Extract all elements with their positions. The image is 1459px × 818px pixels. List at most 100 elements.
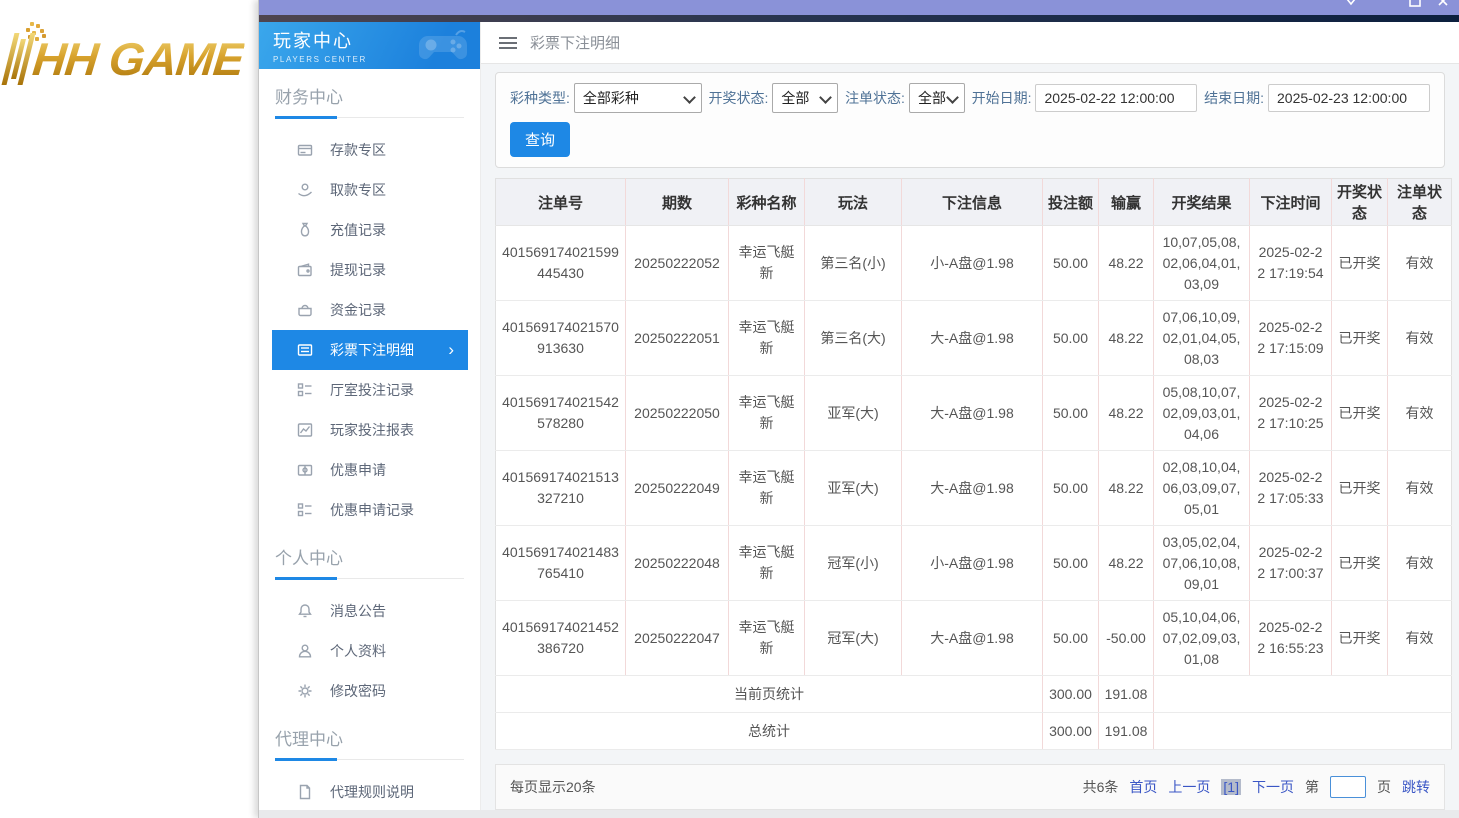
table-cell: 幸运飞艇新 bbox=[728, 300, 805, 376]
column-header: 彩种名称 bbox=[728, 178, 805, 226]
table-cell: 冠军(大) bbox=[804, 600, 902, 676]
table-cell: 10,07,05,08,02,06,04,01,03,09 bbox=[1153, 225, 1250, 301]
page-jump-input[interactable] bbox=[1330, 776, 1366, 798]
current-page-indicator: [1] bbox=[1221, 779, 1241, 795]
ticket-list-icon bbox=[297, 342, 313, 358]
bet-details-table: 注单号 期数 彩种名称 玩法 下注信息 投注额 输赢 开奖结果 下注时间 开奖状态 注单状态 401… bbox=[495, 178, 1452, 750]
maximize-icon[interactable] bbox=[1407, 0, 1423, 9]
summary-empty bbox=[1153, 712, 1452, 750]
sidebar-item-player-bet-report[interactable]: 玩家投注报表 bbox=[259, 410, 480, 450]
column-header: 投注额 bbox=[1042, 178, 1099, 226]
draw-status-select[interactable]: 全部 bbox=[772, 83, 839, 113]
order-status-select[interactable]: 全部 bbox=[908, 83, 965, 113]
first-page-link[interactable]: 首页 bbox=[1129, 777, 1157, 797]
sidebar-item-funds-records[interactable]: 资金记录 bbox=[259, 290, 480, 330]
table-cell: -50.00 bbox=[1098, 600, 1154, 676]
table-row: 401569174021570913630 20250222051 幸运飞艇新 第三名… bbox=[495, 300, 1452, 376]
pagination-bar: 每页显示20条 共6条 首页 上一页 [1] 下一页 第 页 跳转 bbox=[495, 764, 1445, 810]
deposit-card-icon bbox=[297, 142, 313, 158]
table-cell: 07,06,10,09,02,01,04,05,08,03 bbox=[1153, 300, 1250, 376]
sidebar-item-withdrawal-records[interactable]: 提现记录 bbox=[259, 250, 480, 290]
sidebar-item-profile[interactable]: 个人资料 bbox=[259, 631, 480, 671]
table-cell: 2025-02-22 17:05:33 bbox=[1249, 450, 1332, 526]
table-cell: 50.00 bbox=[1042, 600, 1099, 676]
prev-page-link[interactable]: 上一页 bbox=[1168, 777, 1210, 797]
next-page-link[interactable]: 下一页 bbox=[1252, 777, 1294, 797]
sidebar-item-label: 消息公告 bbox=[330, 603, 386, 619]
summary-bet-total: 300.00 bbox=[1042, 712, 1099, 750]
end-date-label: 结束日期: bbox=[1204, 90, 1265, 106]
sidebar-item-label: 提现记录 bbox=[330, 262, 386, 278]
sidebar-item-promo-apply[interactable]: 优惠申请 bbox=[259, 450, 480, 490]
lottery-type-select[interactable]: 全部彩种 bbox=[573, 83, 702, 113]
table-cell: 20250222047 bbox=[625, 600, 729, 676]
screen: HH GAME 玩家中心 PLAYERS CENTER 财务中心 存款专区 取款… bbox=[0, 0, 1459, 818]
sidebar-item-change-password[interactable]: 修改密码 bbox=[259, 671, 480, 711]
jump-prefix-label: 第 bbox=[1305, 779, 1319, 795]
section-underline bbox=[275, 577, 464, 580]
hall-list-icon bbox=[297, 502, 313, 518]
window-titlebar bbox=[259, 0, 1459, 15]
sidebar-item-lottery-bet-details[interactable]: 彩票下注明细 › bbox=[272, 330, 468, 370]
column-header: 下注时间 bbox=[1249, 178, 1332, 226]
summary-label: 总统计 bbox=[495, 712, 1043, 750]
table-cell: 50.00 bbox=[1042, 525, 1099, 601]
window-bottom-edge bbox=[259, 810, 1459, 818]
column-header: 下注信息 bbox=[901, 178, 1043, 226]
main-content: 彩票下注明细 彩种类型: 全部彩种 开奖状态: 全部 注单状态: 全部 开始日期… bbox=[481, 22, 1459, 818]
end-date-input[interactable] bbox=[1268, 84, 1431, 112]
table-cell: 20250222051 bbox=[625, 300, 729, 376]
jump-button[interactable]: 跳转 bbox=[1402, 777, 1430, 797]
sidebar-item-hall-bet-records[interactable]: 厅室投注记录 bbox=[259, 370, 480, 410]
summary-win-total: 191.08 bbox=[1098, 675, 1154, 713]
table-cell: 幸运飞艇新 bbox=[728, 375, 805, 451]
sidebar-item-announcements[interactable]: 消息公告 bbox=[259, 591, 480, 631]
table-cell: 401569174021570913630 bbox=[495, 300, 626, 376]
brand-logo-text: HH GAME bbox=[30, 33, 246, 85]
table-cell: 已开奖 bbox=[1331, 300, 1388, 376]
report-chart-icon bbox=[297, 422, 313, 438]
sidebar-item-label: 玩家投注报表 bbox=[330, 422, 414, 438]
summary-win-total: 191.08 bbox=[1098, 712, 1154, 750]
order-status-label: 注单状态: bbox=[845, 90, 905, 106]
table-cell: 05,10,04,06,07,02,09,03,01,08 bbox=[1153, 600, 1250, 676]
sidebar-item-recharge-records[interactable]: 充值记录 bbox=[259, 210, 480, 250]
sidebar-item-withdraw-zone[interactable]: 取款专区 bbox=[259, 170, 480, 210]
table-cell: 亚军(大) bbox=[804, 450, 902, 526]
table-cell: 亚军(大) bbox=[804, 375, 902, 451]
chevron-right-icon: › bbox=[448, 340, 454, 359]
summary-bet-total: 300.00 bbox=[1042, 675, 1099, 713]
start-date-label: 开始日期: bbox=[971, 90, 1032, 106]
menu-icon[interactable] bbox=[499, 34, 517, 52]
sidebar-item-label: 优惠申请 bbox=[330, 462, 386, 478]
column-header: 开奖状态 bbox=[1331, 178, 1388, 226]
table-row: 401569174021599445430 20250222052 幸运飞艇新 第三名… bbox=[495, 225, 1452, 301]
sidebar: 玩家中心 PLAYERS CENTER 财务中心 存款专区 取款专区 充值记录 … bbox=[259, 22, 481, 818]
start-date-input[interactable] bbox=[1035, 84, 1198, 112]
table-cell: 已开奖 bbox=[1331, 450, 1388, 526]
table-cell: 2025-02-22 17:10:25 bbox=[1249, 375, 1332, 451]
sidebar-item-agent-rules[interactable]: 代理规则说明 bbox=[259, 772, 480, 812]
table-cell: 50.00 bbox=[1042, 300, 1099, 376]
table-cell: 20250222048 bbox=[625, 525, 729, 601]
table-cell: 20250222052 bbox=[625, 225, 729, 301]
sidebar-section-title: 代理中心 bbox=[275, 730, 343, 749]
column-header: 输赢 bbox=[1098, 178, 1154, 226]
section-underline bbox=[275, 116, 464, 119]
column-header: 开奖结果 bbox=[1153, 178, 1250, 226]
chevron-down-icon[interactable] bbox=[1343, 0, 1359, 9]
sidebar-subtitle: PLAYERS CENTER bbox=[273, 55, 367, 64]
query-button[interactable]: 查询 bbox=[510, 122, 571, 157]
sidebar-item-deposit-zone[interactable]: 存款专区 bbox=[259, 130, 480, 170]
table-cell: 48.22 bbox=[1098, 525, 1154, 601]
gear-icon bbox=[297, 683, 313, 699]
sidebar-item-promo-apply-records[interactable]: 优惠申请记录 bbox=[259, 490, 480, 530]
close-icon[interactable] bbox=[1435, 0, 1451, 9]
summary-empty bbox=[1153, 675, 1452, 713]
table-cell: 已开奖 bbox=[1331, 600, 1388, 676]
table-cell: 20250222050 bbox=[625, 375, 729, 451]
sidebar-item-label: 资金记录 bbox=[330, 302, 386, 318]
bell-icon bbox=[297, 603, 313, 619]
document-icon bbox=[297, 784, 313, 800]
table-row: 401569174021542578280 20250222050 幸运飞艇新 亚军(… bbox=[495, 375, 1452, 451]
